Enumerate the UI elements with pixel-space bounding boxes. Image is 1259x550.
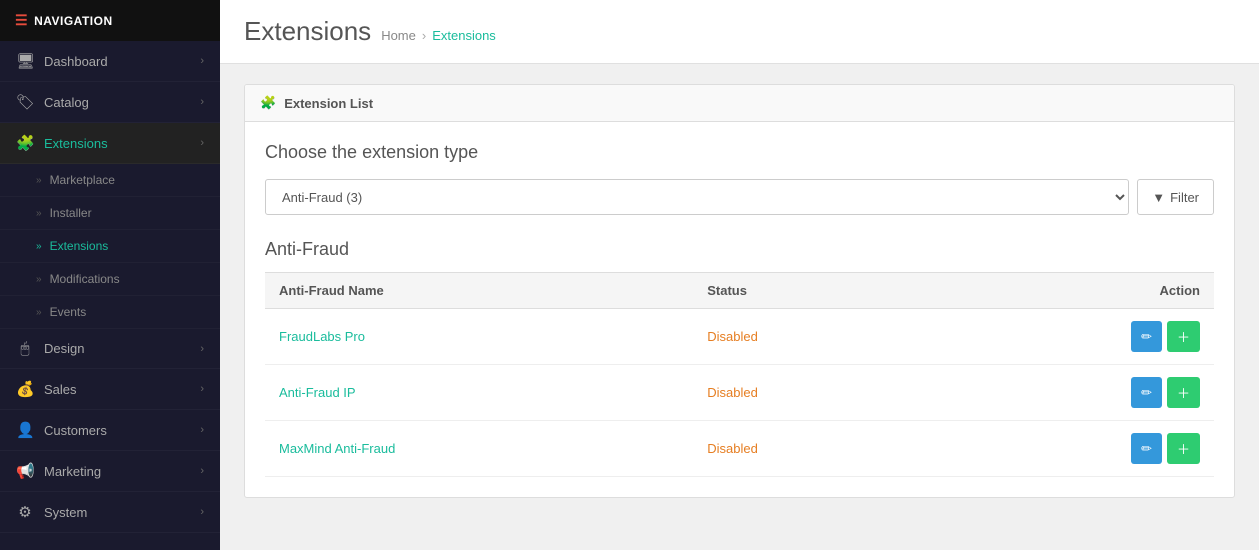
sub-chevron-icon: » bbox=[36, 208, 42, 219]
row-name-link[interactable]: FraudLabs Pro bbox=[279, 329, 365, 344]
dashboard-icon: 🖥 bbox=[16, 52, 34, 70]
cell-status: Disabled bbox=[693, 421, 926, 477]
panel-heading-label: Extension List bbox=[284, 96, 373, 111]
section-title: Choose the extension type bbox=[265, 142, 1214, 163]
row-name-link[interactable]: Anti-Fraud IP bbox=[279, 385, 356, 400]
sidebar-item-events[interactable]: » Events bbox=[0, 296, 220, 329]
sidebar-label-marketing: Marketing bbox=[44, 464, 101, 479]
table-row: MaxMind Anti-Fraud Disabled ✏ ＋ bbox=[265, 421, 1214, 477]
sidebar-label-sales: Sales bbox=[44, 382, 77, 397]
puzzle-icon: 🧩 bbox=[260, 95, 276, 111]
chevron-icon: › bbox=[200, 343, 204, 355]
antifraud-section-title: Anti-Fraud bbox=[265, 239, 1214, 260]
sub-chevron-icon: » bbox=[36, 274, 42, 285]
col-header-status: Status bbox=[693, 273, 926, 309]
sub-chevron-icon: » bbox=[36, 241, 42, 252]
nav-header-label: NAVIGATION bbox=[34, 14, 113, 28]
chevron-icon: › bbox=[200, 424, 204, 436]
col-header-action: Action bbox=[926, 273, 1214, 309]
sidebar-item-catalog[interactable]: 🏷 Catalog › bbox=[0, 82, 220, 123]
action-buttons: ✏ ＋ bbox=[940, 321, 1200, 352]
panel-body: Choose the extension type Anti-Fraud (3)… bbox=[245, 122, 1234, 497]
design-icon: 🖱 bbox=[16, 340, 34, 357]
sidebar-item-marketing[interactable]: 📢 Marketing › bbox=[0, 451, 220, 492]
sub-label-extensions: Extensions bbox=[50, 239, 109, 253]
sidebar-item-installer[interactable]: » Installer bbox=[0, 197, 220, 230]
cell-name: FraudLabs Pro bbox=[265, 309, 693, 365]
edit-button[interactable]: ✏ bbox=[1131, 433, 1162, 464]
breadcrumb-current: Extensions bbox=[432, 28, 496, 43]
chevron-icon: › bbox=[200, 137, 204, 149]
page-header: Extensions Home › Extensions bbox=[220, 0, 1259, 64]
sub-label-installer: Installer bbox=[50, 206, 92, 220]
chevron-icon: › bbox=[200, 465, 204, 477]
sub-label-modifications: Modifications bbox=[50, 272, 120, 286]
cell-status: Disabled bbox=[693, 309, 926, 365]
cell-action: ✏ ＋ bbox=[926, 365, 1214, 421]
breadcrumb: Home › Extensions bbox=[381, 28, 496, 43]
sidebar-item-dashboard[interactable]: 🖥 Dashboard › bbox=[0, 41, 220, 82]
sub-label-events: Events bbox=[50, 305, 87, 319]
table-row: Anti-Fraud IP Disabled ✏ ＋ bbox=[265, 365, 1214, 421]
sidebar-label-design: Design bbox=[44, 341, 84, 356]
marketing-icon: 📢 bbox=[16, 462, 34, 480]
sub-chevron-icon: » bbox=[36, 307, 42, 318]
chevron-icon: › bbox=[200, 506, 204, 518]
sub-chevron-icon: » bbox=[36, 175, 42, 186]
edit-button[interactable]: ✏ bbox=[1131, 321, 1162, 352]
add-button[interactable]: ＋ bbox=[1167, 377, 1200, 408]
chevron-icon: › bbox=[200, 383, 204, 395]
sidebar-item-extensions[interactable]: 🧩 Extensions › bbox=[0, 123, 220, 164]
sidebar-label-catalog: Catalog bbox=[44, 95, 89, 110]
sidebar-item-sales[interactable]: 💰 Sales › bbox=[0, 369, 220, 410]
sidebar-label-dashboard: Dashboard bbox=[44, 54, 108, 69]
filter-icon: ▼ bbox=[1152, 190, 1165, 205]
sidebar-item-design[interactable]: 🖱 Design › bbox=[0, 329, 220, 369]
extensions-icon: 🧩 bbox=[16, 134, 34, 152]
nav-header: ☰ NAVIGATION bbox=[0, 0, 220, 41]
chevron-icon: › bbox=[200, 55, 204, 67]
sales-icon: 💰 bbox=[16, 380, 34, 398]
edit-button[interactable]: ✏ bbox=[1131, 377, 1162, 408]
extension-panel: 🧩 Extension List Choose the extension ty… bbox=[244, 84, 1235, 498]
customers-icon: 👤 bbox=[16, 421, 34, 439]
content-area: 🧩 Extension List Choose the extension ty… bbox=[220, 64, 1259, 518]
sidebar-label-system: System bbox=[44, 505, 87, 520]
main-content: Extensions Home › Extensions 🧩 Extension… bbox=[220, 0, 1259, 550]
chevron-icon: › bbox=[200, 96, 204, 108]
panel-heading: 🧩 Extension List bbox=[245, 85, 1234, 122]
col-header-name: Anti-Fraud Name bbox=[265, 273, 693, 309]
table-row: FraudLabs Pro Disabled ✏ ＋ bbox=[265, 309, 1214, 365]
sidebar: ☰ NAVIGATION 🖥 Dashboard › 🏷 Catalog › 🧩… bbox=[0, 0, 220, 550]
action-buttons: ✏ ＋ bbox=[940, 433, 1200, 464]
cell-action: ✏ ＋ bbox=[926, 421, 1214, 477]
sidebar-item-customers[interactable]: 👤 Customers › bbox=[0, 410, 220, 451]
page-title: Extensions bbox=[244, 16, 371, 47]
menu-icon: ☰ bbox=[15, 12, 28, 29]
add-button[interactable]: ＋ bbox=[1167, 321, 1200, 352]
add-button[interactable]: ＋ bbox=[1167, 433, 1200, 464]
sidebar-label-extensions: Extensions bbox=[44, 136, 108, 151]
sidebar-label-customers: Customers bbox=[44, 423, 107, 438]
cell-action: ✏ ＋ bbox=[926, 309, 1214, 365]
antifraud-table: Anti-Fraud Name Status Action FraudLabs … bbox=[265, 272, 1214, 477]
system-icon: ⚙ bbox=[16, 503, 34, 521]
filter-row: Anti-Fraud (3) ▼ Filter bbox=[265, 179, 1214, 215]
sidebar-item-extensions-sub[interactable]: » Extensions bbox=[0, 230, 220, 263]
sub-label-marketplace: Marketplace bbox=[50, 173, 115, 187]
cell-status: Disabled bbox=[693, 365, 926, 421]
filter-btn-label: Filter bbox=[1170, 190, 1199, 205]
cell-name: Anti-Fraud IP bbox=[265, 365, 693, 421]
extension-type-select[interactable]: Anti-Fraud (3) bbox=[265, 179, 1129, 215]
breadcrumb-separator: › bbox=[422, 28, 426, 43]
sidebar-item-modifications[interactable]: » Modifications bbox=[0, 263, 220, 296]
action-buttons: ✏ ＋ bbox=[940, 377, 1200, 408]
catalog-icon: 🏷 bbox=[16, 93, 34, 111]
sidebar-item-marketplace[interactable]: » Marketplace bbox=[0, 164, 220, 197]
breadcrumb-home[interactable]: Home bbox=[381, 28, 416, 43]
sidebar-item-system[interactable]: ⚙ System › bbox=[0, 492, 220, 533]
cell-name: MaxMind Anti-Fraud bbox=[265, 421, 693, 477]
row-name-link[interactable]: MaxMind Anti-Fraud bbox=[279, 441, 395, 456]
filter-button[interactable]: ▼ Filter bbox=[1137, 179, 1214, 215]
